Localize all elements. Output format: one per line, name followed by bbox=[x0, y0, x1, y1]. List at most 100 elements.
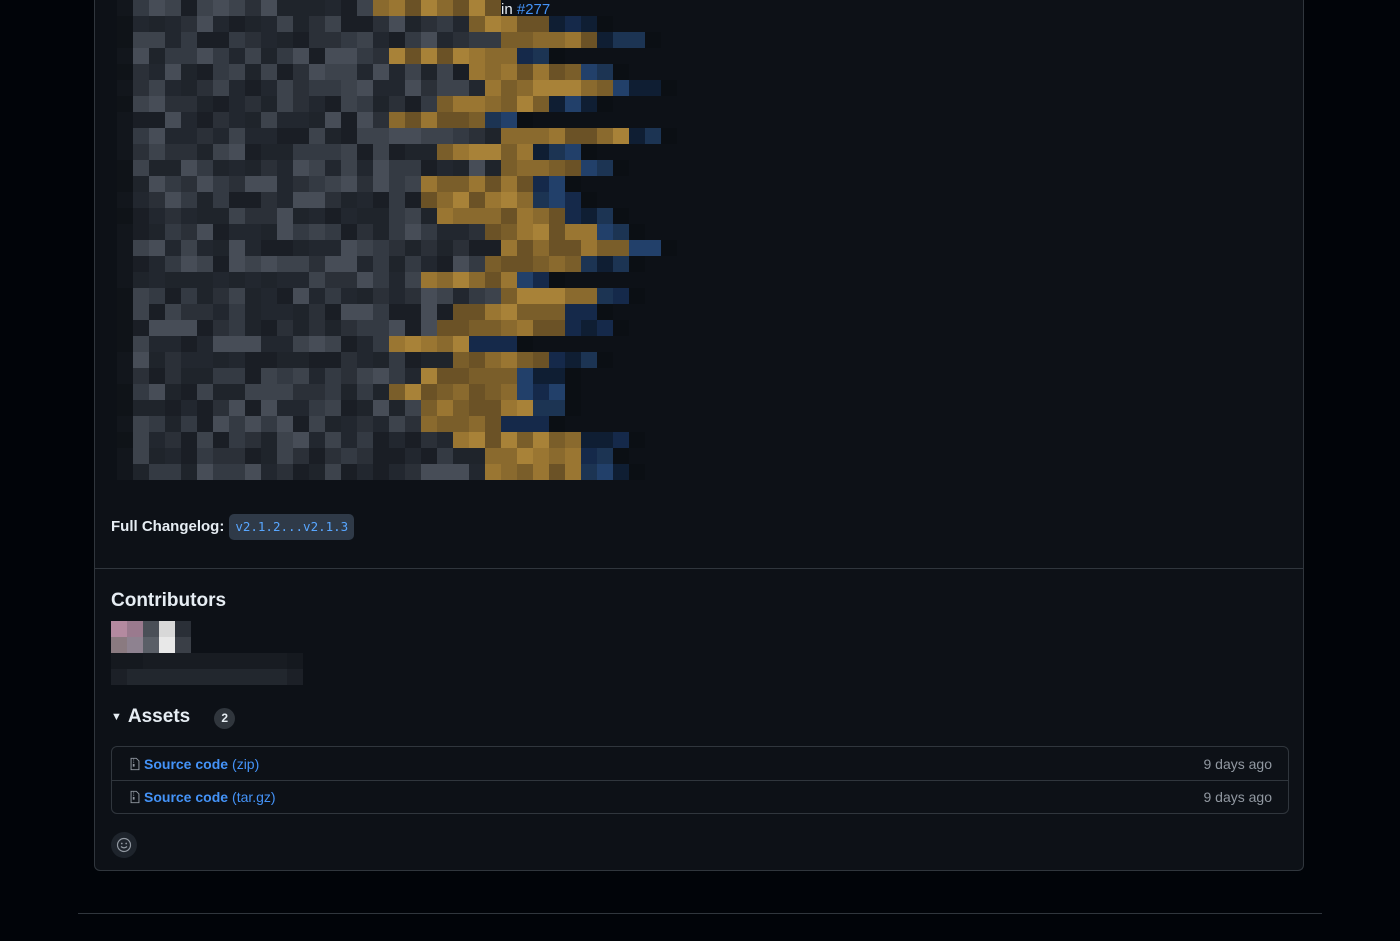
redaction-pixel bbox=[213, 304, 229, 320]
redaction-pixel bbox=[325, 16, 341, 32]
redaction-pixel bbox=[133, 464, 149, 480]
redaction-pixel bbox=[581, 400, 597, 416]
redaction-pixel bbox=[517, 224, 533, 240]
redaction-pixel bbox=[229, 32, 245, 48]
redaction-pixel bbox=[197, 32, 213, 48]
redaction-pixel bbox=[325, 288, 341, 304]
redaction-pixel bbox=[165, 448, 181, 464]
redaction-pixel bbox=[117, 32, 133, 48]
redaction-pixel bbox=[133, 304, 149, 320]
redaction-pixel bbox=[309, 16, 325, 32]
redaction-pixel bbox=[645, 32, 661, 48]
redaction-pixel bbox=[405, 80, 421, 96]
redaction-pixel bbox=[165, 320, 181, 336]
redaction-pixel bbox=[485, 336, 501, 352]
redaction-pixel bbox=[501, 448, 517, 464]
redaction-pixel bbox=[261, 368, 277, 384]
redaction-pixel bbox=[373, 176, 389, 192]
redaction-pixel bbox=[549, 80, 565, 96]
redaction-pixel bbox=[197, 256, 213, 272]
redaction-pixel bbox=[613, 288, 629, 304]
redaction-pixel bbox=[485, 256, 501, 272]
asset-link-targz[interactable]: Source code (tar.gz) bbox=[128, 789, 276, 805]
redaction-pixel bbox=[191, 653, 207, 669]
redaction-pixel bbox=[165, 32, 181, 48]
redaction-pixel bbox=[549, 432, 565, 448]
redaction-pixel bbox=[485, 208, 501, 224]
redaction-pixel bbox=[325, 432, 341, 448]
redaction-pixel bbox=[693, 272, 709, 288]
redaction-pixel bbox=[357, 64, 373, 80]
redaction-pixel bbox=[197, 64, 213, 80]
redaction-pixel bbox=[277, 96, 293, 112]
redaction-pixel bbox=[581, 128, 597, 144]
redaction-pixel bbox=[533, 80, 549, 96]
redaction-pixel bbox=[373, 320, 389, 336]
redaction-pixel bbox=[133, 160, 149, 176]
redaction-pixel bbox=[693, 336, 709, 352]
redaction-pixel bbox=[581, 32, 597, 48]
redaction-pixel bbox=[405, 112, 421, 128]
redaction-pixel bbox=[165, 144, 181, 160]
redaction-pixel bbox=[165, 352, 181, 368]
redaction-pixel bbox=[245, 208, 261, 224]
redaction-pixel bbox=[165, 368, 181, 384]
redaction-pixel bbox=[309, 192, 325, 208]
redaction-pixel bbox=[485, 352, 501, 368]
redaction-pixel bbox=[533, 64, 549, 80]
redaction-pixel bbox=[229, 288, 245, 304]
redaction-pixel bbox=[549, 208, 565, 224]
redaction-pixel bbox=[421, 160, 437, 176]
redaction-pixel bbox=[405, 48, 421, 64]
redaction-pixel bbox=[143, 653, 159, 669]
redaction-pixel bbox=[469, 0, 485, 16]
asset-link-zip[interactable]: Source code (zip) bbox=[128, 756, 259, 772]
redaction-pixel bbox=[661, 240, 677, 256]
redaction-pixel bbox=[293, 208, 309, 224]
redaction-pixel bbox=[501, 256, 517, 272]
redaction-pixel bbox=[645, 304, 661, 320]
redaction-pixel bbox=[239, 637, 255, 653]
redaction-pixel bbox=[437, 192, 453, 208]
redaction-pixel bbox=[517, 448, 533, 464]
redaction-pixel bbox=[597, 144, 613, 160]
redaction-pixel bbox=[629, 160, 645, 176]
redaction-pixel bbox=[325, 176, 341, 192]
redaction-pixel bbox=[325, 208, 341, 224]
redaction-pixel bbox=[469, 336, 485, 352]
redaction-pixel bbox=[549, 272, 565, 288]
redaction-pixel bbox=[117, 448, 133, 464]
redaction-pixel bbox=[293, 352, 309, 368]
redaction-pixel bbox=[229, 0, 245, 16]
assets-toggle[interactable]: ▼ Assets 2 bbox=[111, 704, 236, 730]
redaction-pixel bbox=[565, 112, 581, 128]
redaction-pixel bbox=[325, 304, 341, 320]
redaction-pixel bbox=[389, 384, 405, 400]
full-changelog-link[interactable]: v2.1.2...v2.1.3 bbox=[229, 514, 355, 540]
redaction-pixel bbox=[645, 96, 661, 112]
redaction-pixel bbox=[661, 352, 677, 368]
redaction-pixel bbox=[357, 96, 373, 112]
redaction-pixel bbox=[613, 176, 629, 192]
redaction-pixel bbox=[197, 384, 213, 400]
redaction-pixel bbox=[469, 32, 485, 48]
redaction-pixel bbox=[405, 368, 421, 384]
redaction-pixel bbox=[693, 80, 709, 96]
redaction-pixel bbox=[677, 464, 693, 480]
redaction-pixel bbox=[293, 176, 309, 192]
redaction-pixel bbox=[613, 128, 629, 144]
redaction-pixel bbox=[277, 416, 293, 432]
redaction-pixel bbox=[677, 144, 693, 160]
pr-link[interactable]: #277 bbox=[517, 1, 550, 18]
redaction-pixel bbox=[373, 144, 389, 160]
redaction-pixel bbox=[517, 288, 533, 304]
redaction-pixel bbox=[293, 448, 309, 464]
redaction-pixel bbox=[191, 621, 207, 637]
redaction-pixel bbox=[207, 637, 223, 653]
redaction-pixel bbox=[277, 256, 293, 272]
redaction-pixel bbox=[309, 128, 325, 144]
add-reaction-button[interactable] bbox=[111, 832, 137, 858]
redaction-pixel bbox=[565, 208, 581, 224]
redaction-pixel bbox=[709, 432, 725, 448]
asset-name: Source code bbox=[144, 755, 229, 772]
